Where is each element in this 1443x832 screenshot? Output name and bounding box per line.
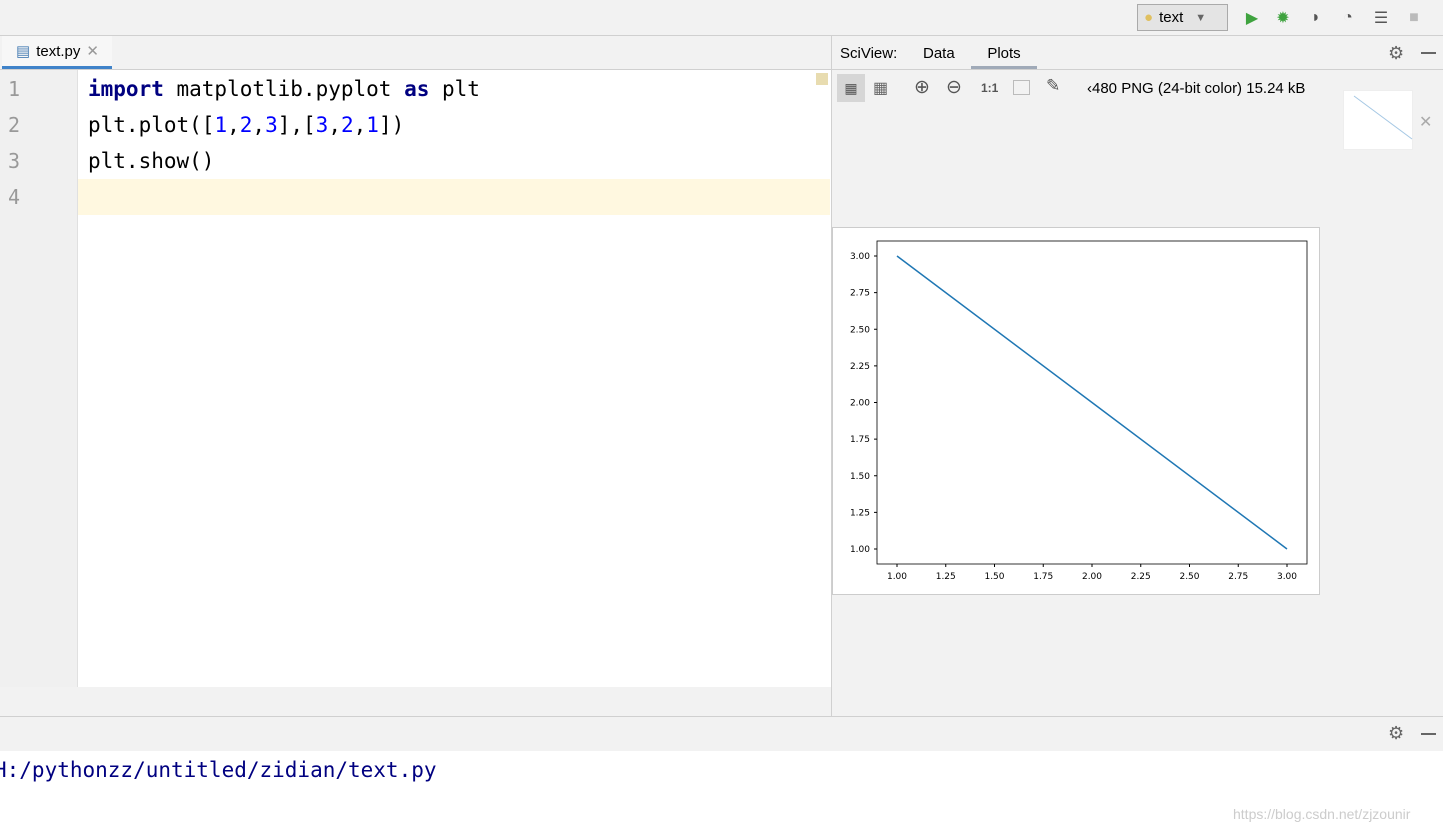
x-tick-label: 3.00 bbox=[1277, 572, 1297, 582]
python-file-icon: ▤ bbox=[16, 43, 31, 60]
run-concurrency-icon[interactable]: ☰ bbox=[1371, 8, 1391, 28]
y-tick-label: 1.25 bbox=[850, 508, 870, 518]
gear-icon[interactable]: ⚙ bbox=[1388, 43, 1404, 64]
y-tick-label: 2.00 bbox=[850, 399, 870, 409]
profile-icon[interactable]: ◔ bbox=[1338, 8, 1358, 28]
watermark: https://blog.csdn.net/zjzounir bbox=[1233, 806, 1411, 822]
chessboard-icon[interactable]: ▦ bbox=[837, 74, 865, 102]
code-line-2: plt.plot([1,2,3],[3,2,1]) bbox=[88, 113, 405, 137]
plot-image: 1.00 1.25 1.50 1.75 2.00 2.25 2.50 2.75 3.00 1.00… bbox=[832, 227, 1320, 595]
y-tick-label: 2.75 bbox=[850, 289, 870, 299]
plot-thumbnail[interactable] bbox=[1343, 90, 1413, 150]
current-line-highlight bbox=[78, 179, 830, 215]
x-tick-label: 2.00 bbox=[1082, 572, 1102, 582]
close-icon[interactable]: ✕ bbox=[86, 42, 99, 60]
line-number: 2 bbox=[8, 113, 21, 137]
x-tick-label: 1.25 bbox=[936, 572, 956, 582]
sciview-label: SciView: bbox=[840, 45, 898, 62]
divider bbox=[832, 69, 1443, 70]
x-tick-label: 2.50 bbox=[1179, 572, 1199, 582]
color-picker-icon[interactable]: ✎ bbox=[1046, 76, 1060, 96]
line-chart: 1.00 1.25 1.50 1.75 2.00 2.25 2.50 2.75 3.00 1.00… bbox=[850, 240, 1308, 582]
minimize-icon[interactable] bbox=[1421, 733, 1436, 735]
tab-label: text.py bbox=[36, 42, 81, 60]
run-config-select[interactable]: ● text ▼ bbox=[1137, 4, 1228, 31]
minimize-icon[interactable] bbox=[1421, 52, 1436, 54]
code-line-1: import matplotlib.pyplot as plt bbox=[88, 77, 480, 101]
grid-icon[interactable]: ▦ bbox=[873, 78, 888, 98]
stop-icon[interactable]: ■ bbox=[1404, 8, 1424, 28]
x-tick-label: 2.75 bbox=[1228, 572, 1248, 582]
tab-text-py[interactable]: ▤ text.py ✕ bbox=[2, 36, 112, 69]
zoom-in-icon[interactable]: ⊕ bbox=[914, 76, 930, 99]
image-info: ‹480 PNG (24-bit color) 15.24 kB bbox=[1087, 80, 1306, 97]
fit-icon[interactable] bbox=[1013, 80, 1030, 95]
y-tick-label: 2.50 bbox=[850, 325, 870, 335]
tab-plots[interactable]: Plots bbox=[971, 45, 1037, 69]
run-config-label: text bbox=[1159, 9, 1184, 26]
debug-icon[interactable]: ✹ bbox=[1273, 8, 1293, 28]
tab-data[interactable]: Data bbox=[923, 45, 955, 62]
close-thumbnail-icon[interactable]: ✕ bbox=[1419, 112, 1432, 132]
x-tick-label: 1.50 bbox=[984, 572, 1004, 582]
line-number: 3 bbox=[8, 149, 21, 173]
y-tick-label: 1.50 bbox=[850, 472, 870, 482]
x-tick-label: 1.00 bbox=[887, 572, 907, 582]
y-tick-label: 2.25 bbox=[850, 362, 870, 372]
run-panel-header bbox=[0, 716, 1443, 751]
line-number: 4 bbox=[8, 185, 21, 209]
code-line-3: plt.show() bbox=[88, 149, 215, 173]
line-number: 1 bbox=[8, 77, 21, 101]
run-icon[interactable]: ▶ bbox=[1242, 8, 1262, 28]
x-tick-label: 1.75 bbox=[1033, 572, 1053, 582]
inspection-indicator bbox=[816, 73, 828, 85]
zoom-out-icon[interactable]: ⊖ bbox=[946, 76, 962, 99]
y-tick-label: 3.00 bbox=[850, 252, 870, 262]
gear-icon[interactable]: ⚙ bbox=[1388, 723, 1404, 744]
actual-size-icon[interactable]: 1:1 bbox=[981, 81, 998, 95]
y-tick-label: 1.00 bbox=[850, 545, 870, 555]
thumbnail-line bbox=[1353, 95, 1413, 140]
y-tick-label: 1.75 bbox=[850, 435, 870, 445]
x-tick-label: 2.25 bbox=[1131, 572, 1151, 582]
console-line: H:/pythonzz/untitled/zidian/text.py bbox=[0, 758, 437, 782]
chevron-down-icon: ▼ bbox=[1195, 11, 1207, 24]
editor-tab-bar bbox=[0, 36, 831, 70]
coverage-icon[interactable]: ◗ bbox=[1306, 8, 1326, 28]
python-icon: ● bbox=[1144, 9, 1154, 26]
